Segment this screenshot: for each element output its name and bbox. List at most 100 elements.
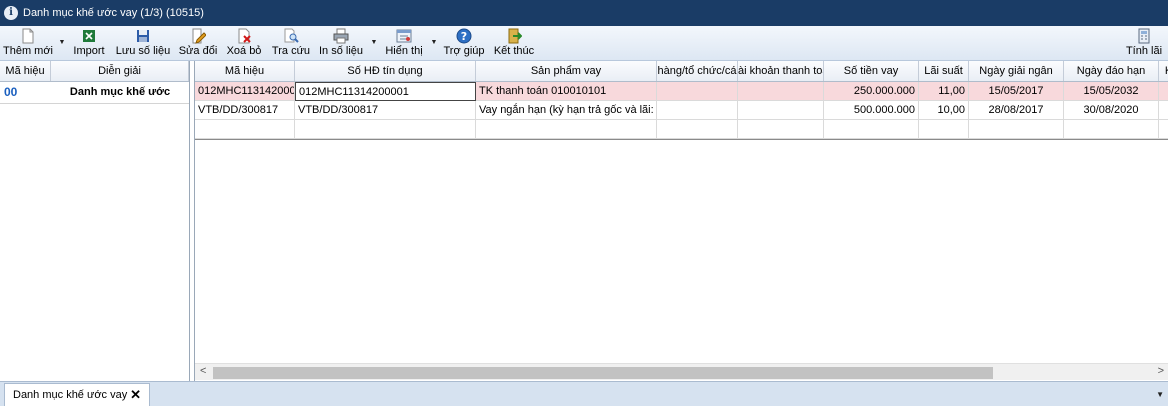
loan-contract-grid: Mã hiệu Số HĐ tín dụng Sản phẩm vay hàng… [194,61,1168,381]
col-loan-product[interactable]: Sản phẩm vay [476,61,657,81]
left-header-code[interactable]: Mã hiệu [0,61,51,81]
scroll-left-icon[interactable]: < [200,365,206,377]
cell-code: VTB/DD/300817 [195,101,295,120]
display-button[interactable]: Hiển thị [382,27,426,60]
grid-bottom-line [195,139,1168,140]
add-new-label: Thêm mới [3,45,53,57]
edit-label: Sửa đổi [178,45,218,57]
help-button[interactable]: ? Trợ giúp [442,27,486,60]
edit-button[interactable]: Sửa đổi [176,27,220,60]
col-bank-org[interactable]: hàng/tổ chức/cá [657,61,738,81]
table-row[interactable]: VTB/DD/300817 VTB/DD/300817 Vay ngắn hạn… [195,101,1168,120]
svg-text:?: ? [461,30,467,43]
category-row[interactable]: 00 Danh mục khế ước [0,82,189,104]
print-dropdown[interactable]: ▼ [370,27,378,60]
grid-header: Mã hiệu Số HĐ tín dụng Sản phẩm vay hàng… [195,61,1168,82]
delete-label: Xoá bỏ [226,45,262,57]
cell-empty [738,120,824,139]
cell-code: 012MHC11314200001 [195,82,295,101]
edit-icon [192,28,206,44]
col-interest-rate[interactable]: Lãi suất [919,61,969,81]
cell-empty [1064,120,1159,139]
cell-maturity-date: 15/05/2032 [1064,82,1159,101]
cell-bank-org [657,101,738,120]
cell-empty [824,120,919,139]
cell-interest-rate: 11,00 [919,82,969,101]
display-label: Hiển thị [385,45,423,57]
cell-empty [919,120,969,139]
col-disbursement-date[interactable]: Ngày giải ngân [969,61,1064,81]
cell-loan-amount: 250.000.000 [824,82,919,101]
left-header-desc[interactable]: Diễn giải [51,61,189,81]
add-new-button[interactable]: Thêm mới [3,27,53,60]
search-icon [284,28,299,43]
dropdown-arrow-icon: ▼ [370,39,378,46]
cell-payment-account [738,101,824,120]
print-button[interactable]: In số liệu [318,27,364,60]
scroll-right-icon[interactable]: > [1158,365,1164,377]
calculator-icon [1138,28,1150,44]
scrollbar-thumb[interactable] [213,367,993,379]
search-label: Tra cứu [271,45,311,57]
cell-empty [969,120,1064,139]
delete-button[interactable]: Xoá bỏ [224,27,264,60]
cell-contract-no[interactable]: 012MHC11314200001 [295,82,476,101]
toolbar: Thêm mới ▼ Import Lưu số liệu Sửa đổi Xo… [0,26,1168,61]
cell-empty [195,120,295,139]
search-button[interactable]: Tra cứu [270,27,312,60]
close-icon[interactable]: ✕ [130,387,141,403]
new-document-icon [22,28,34,44]
print-label: In số liệu [318,45,364,57]
cell-empty [657,120,738,139]
horizontal-scrollbar[interactable]: < > [195,363,1168,380]
col-contract-no[interactable]: Số HĐ tín dụng [295,61,476,81]
delete-icon [238,28,251,44]
cell-contract-no: VTB/DD/300817 [295,101,476,120]
tab-bar: Danh mục khế ước vay ✕ ▼ [0,381,1168,406]
import-button[interactable]: Import [72,27,106,60]
add-new-dropdown[interactable]: ▼ [58,27,66,60]
exit-button[interactable]: Kết thúc [492,27,536,60]
category-desc: Danh mục khế ước [69,86,171,98]
col-loan-amount[interactable]: Số tiền vay [824,61,919,81]
import-label: Import [73,45,105,57]
chevron-down-icon[interactable]: ▼ [1156,390,1164,399]
col-maturity-date[interactable]: Ngày đáo hạn [1064,61,1159,81]
cell-loan-amount: 500.000.000 [824,101,919,120]
cell-empty [295,120,476,139]
window-title: Danh mục khế ước vay (1/3) (10515) [23,7,204,19]
cell-bank-org [657,82,738,101]
display-icon [396,29,412,43]
display-dropdown[interactable]: ▼ [430,27,438,60]
table-row-empty[interactable] [195,120,1168,139]
excel-import-icon [83,30,95,42]
help-label: Trợ giúp [443,45,485,57]
tab-label: Danh mục khế ước vay [13,389,128,401]
dropdown-arrow-icon: ▼ [430,39,438,46]
save-label: Lưu số liệu [115,45,171,57]
table-row[interactable]: 012MHC11314200001 012MHC11314200001 TK t… [195,82,1168,101]
category-tree-pane: Mã hiệu Diễn giải 00 Danh mục khế ước [0,61,190,381]
info-icon: i [4,6,18,20]
exit-icon [508,28,522,44]
col-code[interactable]: Mã hiệu [195,61,295,81]
col-payment-account[interactable]: ài khoản thanh toá [738,61,824,81]
save-icon [137,30,149,42]
dropdown-arrow-icon: ▼ [58,39,66,46]
cell-interest-rate: 10,00 [919,101,969,120]
help-icon: ? [456,28,472,44]
left-header: Mã hiệu Diễn giải [0,61,189,82]
cell-loan-product: TK thanh toán 010010101 [476,82,657,101]
calculate-interest-label: Tính lãi [1125,45,1163,57]
cell-empty [476,120,657,139]
title-bar: i Danh mục khế ước vay (1/3) (10515) [0,0,1168,26]
category-code: 00 [4,85,18,99]
col-extra[interactable]: K [1159,61,1168,81]
exit-label: Kết thúc [493,45,535,57]
save-button[interactable]: Lưu số liệu [114,27,172,60]
cell-disbursement-date: 28/08/2017 [969,101,1064,120]
printer-icon [333,28,349,44]
calculate-interest-button[interactable]: Tính lãi [1122,27,1166,60]
cell-disbursement-date: 15/05/2017 [969,82,1064,101]
tab-loan-contracts[interactable]: Danh mục khế ước vay ✕ [4,383,150,406]
